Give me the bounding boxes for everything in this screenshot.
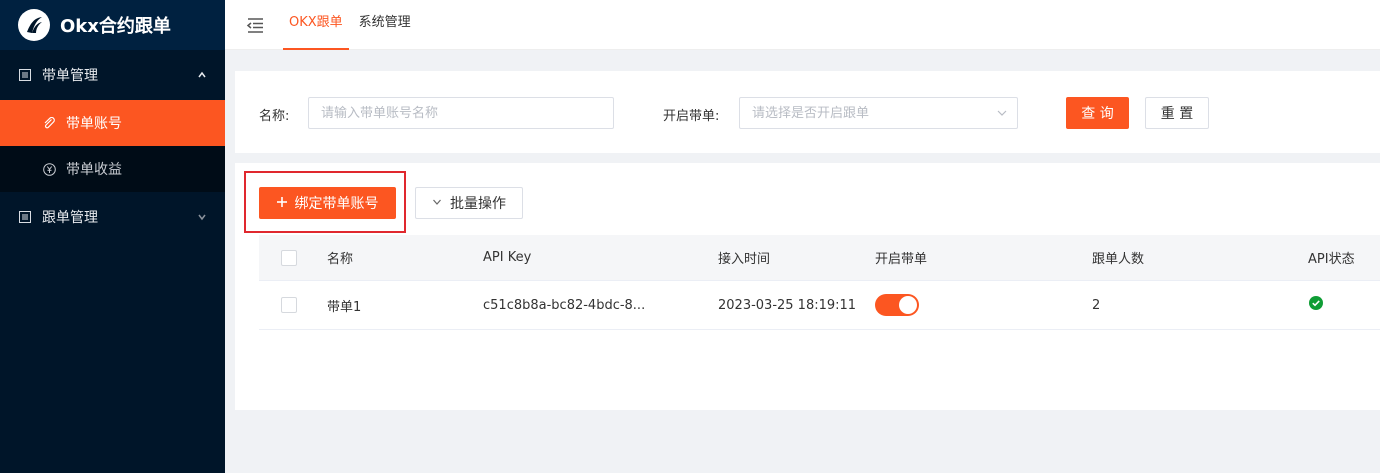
chevron-up-icon <box>197 68 207 84</box>
column-header-followers[interactable]: 跟单人数 <box>1092 235 1144 280</box>
cell-enabled <box>875 281 919 329</box>
cell-time: 2023-03-25 18:19:11 <box>718 297 857 313</box>
cell-api-key: c51c8b8a-bc82-4bdc-8... <box>483 297 646 313</box>
cell-name: 带单1 <box>327 299 362 315</box>
cell-api-status <box>1309 281 1323 329</box>
table-panel: 绑定带单账号 批量操作 名称 API Key 接入时间 开启带单 跟单人数 AP… <box>235 163 1380 410</box>
column-header-name[interactable]: 名称 <box>327 235 353 280</box>
column-header-enabled[interactable]: 开启带单 <box>875 235 927 280</box>
enable-select[interactable] <box>739 97 1018 129</box>
row-checkbox[interactable] <box>281 297 297 313</box>
select-all-checkbox[interactable] <box>281 249 297 266</box>
tab-system-settings[interactable]: 系统管理 <box>353 0 417 50</box>
enable-select-input[interactable] <box>739 97 1018 129</box>
sidebar-group-leader[interactable]: 带单管理 <box>0 50 225 100</box>
check-circle-icon <box>1309 296 1323 314</box>
name-input[interactable] <box>308 97 614 129</box>
logo-icon <box>18 9 50 41</box>
plus-icon <box>276 195 287 211</box>
sidebar-group-follower[interactable]: 跟单管理 <box>0 192 225 242</box>
tab-okx-copy[interactable]: OKX跟单 <box>283 0 349 50</box>
enable-switch[interactable] <box>875 294 919 316</box>
sidebar-item-label: 带单收益 <box>66 162 122 178</box>
bind-account-label: 绑定带单账号 <box>294 196 379 212</box>
batch-actions-button[interactable]: 批量操作 <box>415 187 523 219</box>
name-label: 名称: <box>259 109 290 124</box>
reset-button[interactable]: 重 置 <box>1145 97 1209 129</box>
enable-label: 开启带单: <box>663 109 720 124</box>
sidebar-item-label: 带单账号 <box>66 116 122 132</box>
select-all-cell <box>281 235 297 280</box>
bind-account-button[interactable]: 绑定带单账号 <box>259 187 396 219</box>
query-button[interactable]: 查 询 <box>1066 97 1129 129</box>
table-header: 名称 API Key 接入时间 开启带单 跟单人数 API状态 <box>259 235 1380 281</box>
sidebar-submenu: 带单账号 带单收益 <box>0 100 225 192</box>
chevron-down-icon <box>432 195 442 211</box>
sidebar: Okx合约跟单 带单管理 带单账号 带单收益 跟单管理 <box>0 0 225 473</box>
yen-icon <box>42 162 56 176</box>
sidebar-group-label: 带单管理 <box>42 68 98 84</box>
cell-followers: 2 <box>1092 297 1101 313</box>
top-header: OKX跟单 系统管理 <box>225 0 1380 50</box>
sidebar-group-label: 跟单管理 <box>42 210 98 226</box>
chevron-down-icon <box>197 210 207 226</box>
column-header-api-status[interactable]: API状态 <box>1308 235 1355 280</box>
sidebar-item-leader-earnings[interactable]: 带单收益 <box>0 146 225 192</box>
batch-actions-label: 批量操作 <box>450 196 506 212</box>
row-select-cell <box>281 281 297 329</box>
app-logo[interactable]: Okx合约跟单 <box>0 0 225 50</box>
list-icon <box>18 68 32 82</box>
link-icon <box>42 116 56 130</box>
list-icon <box>18 210 32 224</box>
table-row: 带单1 c51c8b8a-bc82-4bdc-8... 2023-03-25 1… <box>259 281 1380 330</box>
switch-knob <box>899 296 917 314</box>
app-title: Okx合约跟单 <box>60 16 171 37</box>
chevron-down-icon <box>996 107 1008 123</box>
search-panel: 名称: 开启带单: 查 询 重 置 <box>235 71 1380 153</box>
column-header-time[interactable]: 接入时间 <box>718 235 770 280</box>
column-header-api-key[interactable]: API Key <box>483 235 531 280</box>
sidebar-item-leader-accounts[interactable]: 带单账号 <box>0 100 225 146</box>
top-tabs: OKX跟单 系统管理 <box>283 0 421 50</box>
menu-fold-icon[interactable] <box>245 15 265 35</box>
